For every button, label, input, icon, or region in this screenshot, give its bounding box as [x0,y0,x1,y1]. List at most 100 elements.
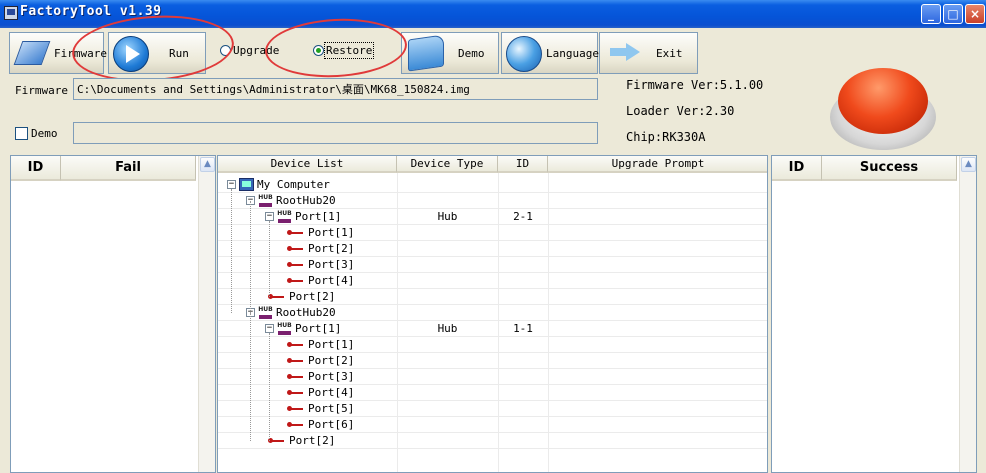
tree-node[interactable]: Port[3] [284,257,354,272]
globe-icon [506,36,542,72]
tree-node[interactable]: − HUB RootHub20 [246,305,336,320]
usb-port-icon [287,356,305,366]
minimize-button[interactable]: _ [921,4,941,24]
collapse-toggle-icon[interactable]: − [227,180,236,189]
device-id-cell [498,177,548,192]
firmware-version: Firmware Ver:5.1.00 [626,78,764,92]
tree-node[interactable]: Port[4] [284,273,354,288]
tree-row[interactable]: Port[3] [218,257,767,273]
usb-hub-icon: HUB [277,210,292,223]
device-type-cell [397,353,498,368]
tree-row[interactable]: Port[1] [218,337,767,353]
tree-node[interactable]: − HUB Port[1] [265,321,341,336]
tree-node[interactable]: Port[6] [284,417,354,432]
device-list-panel[interactable]: Device List Device Type ID Upgrade Promp… [217,155,768,473]
usb-port-icon [287,276,305,286]
device-type-header[interactable]: Device Type [397,156,498,173]
device-type-cell [397,273,498,288]
tree-row[interactable]: Port[4] [218,273,767,289]
tree-row[interactable]: Port[2] [218,353,767,369]
success-scrollbar[interactable]: ▲ [959,156,976,472]
firmware-path-field[interactable]: C:\Documents and Settings\Administrator\… [73,78,598,100]
success-id-header[interactable]: ID [772,156,822,181]
tree-node[interactable]: Port[3] [284,369,354,384]
demo-path-field[interactable] [73,122,598,144]
tree-node-label: Port[1] [308,338,355,351]
tree-row[interactable]: Port[2] [218,241,767,257]
fail-panel[interactable]: ID Fail ▲ [10,155,216,473]
folder-icon [408,34,444,72]
device-id-cell [498,193,548,208]
device-id-cell [498,417,548,432]
tree-node[interactable]: Port[2] [284,353,354,368]
fail-header[interactable]: Fail [61,156,196,181]
usb-port-icon [287,404,305,414]
tree-row[interactable]: − HUB Port[1] Hub 1-1 [218,321,767,337]
tree-row[interactable]: Port[2] [218,289,767,305]
tree-row[interactable]: Port[1] [218,225,767,241]
device-type-cell: Hub [437,322,458,335]
tree-node[interactable]: − My Computer [227,177,330,192]
tree-row[interactable]: − My Computer [218,177,767,193]
tree-row[interactable]: Port[3] [218,369,767,385]
tree-node-label: Port[1] [295,210,342,223]
tree-node[interactable]: Port[2] [265,289,335,304]
collapse-toggle-icon[interactable]: − [265,212,274,221]
exit-button-label: Exit [656,46,683,60]
tree-row[interactable]: Port[4] [218,385,767,401]
tree-row[interactable]: − HUB Port[1] Hub 2-1 [218,209,767,225]
tree-node[interactable]: Port[1] [284,225,354,240]
arrow-right-icon [610,43,640,61]
app-icon [4,6,18,20]
usb-port-icon [287,340,305,350]
demo-button[interactable]: Demo [401,32,499,74]
tree-node-label: Port[1] [295,322,342,335]
demo-checkbox[interactable] [15,127,28,140]
tree-connector [250,313,251,441]
collapse-toggle-icon[interactable]: − [265,324,274,333]
device-id-header[interactable]: ID [498,156,548,173]
success-panel[interactable]: ID Success ▲ [771,155,977,473]
tree-node-label: Port[2] [289,434,336,447]
tree-row[interactable]: − HUB RootHub20 [218,305,767,321]
tree-node[interactable]: − HUB Port[1] [265,209,341,224]
tree-node[interactable]: Port[5] [284,401,354,416]
upgrade-prompt-header[interactable]: Upgrade Prompt [548,156,767,173]
tree-node[interactable]: Port[1] [284,337,354,352]
tree-row[interactable]: Port[5] [218,401,767,417]
maximize-button[interactable]: □ [943,4,963,24]
tree-node-label: Port[2] [308,242,355,255]
tree-node[interactable]: Port[4] [284,385,354,400]
fail-scrollbar[interactable]: ▲ [198,156,215,472]
device-type-cell [397,385,498,400]
scroll-up-arrow-icon[interactable]: ▲ [961,157,976,172]
device-type-cell [397,337,498,352]
demo-button-label: Demo [458,46,485,60]
tree-row[interactable]: Port[2] [218,433,767,449]
tree-node[interactable]: − HUB RootHub20 [246,193,336,208]
close-button[interactable]: × [965,4,985,24]
device-id-cell [498,433,548,448]
loader-version: Loader Ver:2.30 [626,104,735,118]
tree-node[interactable]: Port[2] [265,433,335,448]
device-list-header[interactable]: Device List [218,156,397,173]
language-button-label: Language [546,46,599,60]
success-header[interactable]: Success [822,156,957,181]
fail-id-header[interactable]: ID [11,156,61,181]
tree-node-label: RootHub20 [276,194,336,207]
tree-row[interactable]: − HUB RootHub20 [218,193,767,209]
exit-button[interactable]: Exit [599,32,698,74]
language-button[interactable]: Language [501,32,599,74]
scroll-up-arrow-icon[interactable]: ▲ [200,157,215,172]
tree-row[interactable]: Port[6] [218,417,767,433]
big-red-run-button[interactable] [828,66,938,152]
device-id-cell [498,369,548,384]
usb-port-icon [287,420,305,430]
device-type-cell: Hub [437,210,458,223]
tree-node-label: Port[3] [308,258,355,271]
tree-node[interactable]: Port[2] [284,241,354,256]
tree-connector [269,221,270,297]
tree-node-label: Port[3] [308,370,355,383]
usb-port-icon [268,436,286,446]
device-id-cell [498,385,548,400]
